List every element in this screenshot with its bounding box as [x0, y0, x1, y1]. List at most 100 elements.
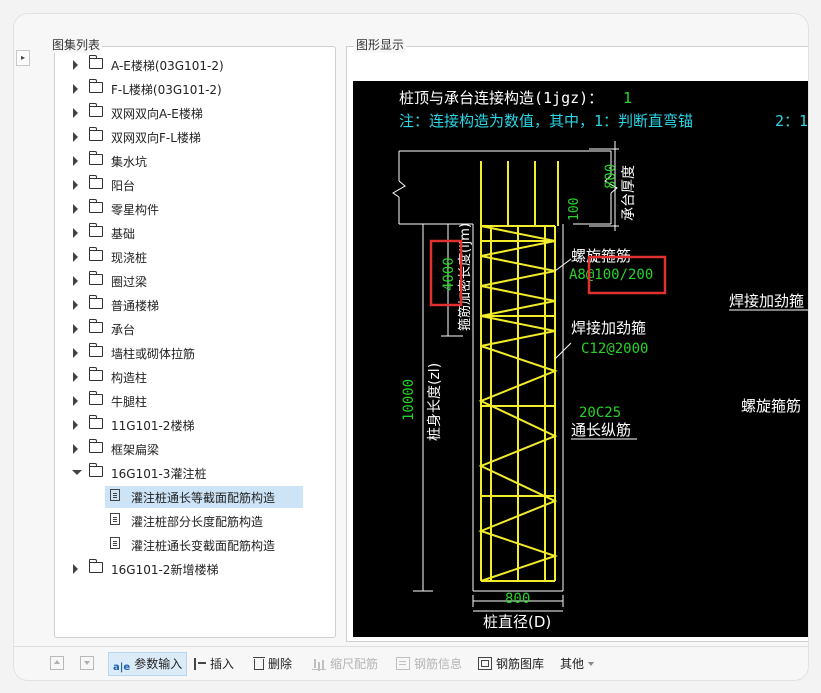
- param-input-label: 参数输入: [134, 657, 183, 671]
- tree-item-label: 承台: [111, 323, 136, 337]
- expand-arrow-icon[interactable]: [73, 396, 78, 406]
- expand-arrow-icon[interactable]: [73, 108, 78, 118]
- delete-button[interactable]: 删除: [253, 653, 292, 675]
- tree-item[interactable]: 16G101-2新增楼梯: [55, 557, 335, 581]
- expand-arrow-icon[interactable]: [73, 156, 78, 166]
- tree-child-item-selected[interactable]: 灌注桩通长等截面配筋构造: [55, 485, 335, 509]
- graphic-display-title: 图形显示: [354, 36, 407, 53]
- tree-item[interactable]: 框架扁梁: [55, 437, 335, 461]
- long-bar-label: 通长纵筋: [571, 421, 631, 439]
- tree-item[interactable]: 阳台: [55, 173, 335, 197]
- expand-arrow-icon[interactable]: [73, 348, 78, 358]
- rebar-library-icon: [478, 657, 492, 670]
- rebar-cage: [478, 225, 559, 582]
- expand-arrow-icon[interactable]: [73, 564, 78, 574]
- tree-item-label: A-E楼梯(03G101-2): [111, 59, 224, 73]
- graphic-display-panel: 桩顶与承台连接构造(1jgz)： 1 注：连接构造为数值，其中，1：判断直弯锚 …: [346, 46, 808, 642]
- folder-open-icon: [89, 463, 103, 477]
- stiffener-value: C12@2000: [581, 341, 648, 357]
- folder-icon: [89, 223, 103, 237]
- tree-item-label: 构造柱: [111, 371, 148, 385]
- folder-icon: [89, 175, 103, 189]
- folder-icon: [89, 79, 103, 93]
- expand-arrow-icon[interactable]: [73, 276, 78, 286]
- tree-item-label: 集水坑: [111, 155, 148, 169]
- tree-item[interactable]: 11G101-2楼梯: [55, 413, 335, 437]
- collapse-strip: ▸: [14, 42, 32, 82]
- tree-item[interactable]: 现浇桩: [55, 245, 335, 269]
- expand-arrow-icon[interactable]: [73, 252, 78, 262]
- tree-item[interactable]: 圈过梁: [55, 269, 335, 293]
- tree-item[interactable]: 零星构件: [55, 197, 335, 221]
- folder-icon: [89, 343, 103, 357]
- document-icon: [110, 489, 120, 501]
- connection-label: 桩顶与承台连接构造(1jgz)：: [399, 89, 603, 107]
- expand-arrow-icon[interactable]: [73, 420, 78, 430]
- expand-arrow-icon[interactable]: [73, 324, 78, 334]
- rebar-info-button[interactable]: 钢筋信息: [396, 653, 462, 675]
- diameter-label: 桩直径(D): [483, 613, 551, 631]
- expand-arrow-icon[interactable]: [73, 228, 78, 238]
- tree-child-item[interactable]: 灌注桩通长变截面配筋构造: [55, 533, 335, 557]
- collapse-arrow-icon[interactable]: [72, 470, 82, 475]
- tree-item[interactable]: 承台: [55, 317, 335, 341]
- folder-icon: [89, 367, 103, 381]
- anchor-bars: [480, 161, 559, 226]
- insert-label: 插入: [210, 657, 235, 671]
- atlas-tree: A-E楼梯(03G101-2) F-L楼梯(03G101-2) 双网双向A-E楼…: [55, 53, 335, 581]
- expand-arrow-icon[interactable]: [73, 180, 78, 190]
- tree-item-label: 16G101-2新增楼梯: [111, 563, 219, 577]
- tree-item-label: 零星构件: [111, 203, 160, 217]
- note-tail-text: 2：1: [775, 112, 808, 130]
- folder-icon: [89, 391, 103, 405]
- anchor-length-label: 箍筋加密长度(ljm): [457, 223, 473, 331]
- tree-item[interactable]: 双网双向F-L楼梯: [55, 125, 335, 149]
- tree-item-expanded[interactable]: 16G101-3灌注桩: [55, 461, 335, 485]
- tree-item[interactable]: F-L楼梯(03G101-2): [55, 77, 335, 101]
- expand-arrow-icon[interactable]: [73, 372, 78, 382]
- expand-panel-button[interactable]: ▸: [16, 50, 30, 66]
- drawing-canvas[interactable]: 桩顶与承台连接构造(1jgz)： 1 注：连接构造为数值，其中，1：判断直弯锚 …: [353, 81, 808, 637]
- folder-icon: [89, 247, 103, 261]
- tree-item[interactable]: 墙柱或砌体拉筋: [55, 341, 335, 365]
- tree-item-label: 现浇桩: [111, 251, 148, 265]
- tree-item-label: 框架扁梁: [111, 443, 160, 457]
- long-bar-value: 20C25: [579, 405, 621, 421]
- atlas-list-panel: A-E楼梯(03G101-2) F-L楼梯(03G101-2) 双网双向A-E楼…: [54, 46, 336, 638]
- tree-item[interactable]: 双网双向A-E楼梯: [55, 101, 335, 125]
- tree-item[interactable]: 普通楼梯: [55, 293, 335, 317]
- tree-item-label: 双网双向F-L楼梯: [111, 131, 201, 145]
- insert-button[interactable]: 插入: [194, 653, 234, 675]
- expand-arrow-icon[interactable]: [73, 60, 78, 70]
- folder-icon: [89, 55, 103, 69]
- tree-item-label: 双网双向A-E楼梯: [111, 107, 203, 121]
- rebar-info-icon: [396, 657, 410, 670]
- tree-item[interactable]: A-E楼梯(03G101-2): [55, 53, 335, 77]
- folder-icon: [89, 559, 103, 573]
- move-down-button[interactable]: [80, 653, 98, 675]
- scale-rebar-button[interactable]: 缩尺配筋: [312, 653, 378, 675]
- rebar-library-label: 钢筋图库: [496, 657, 545, 671]
- folder-icon: [89, 271, 103, 285]
- expand-arrow-icon[interactable]: [73, 132, 78, 142]
- tree-item[interactable]: 集水坑: [55, 149, 335, 173]
- tree-item[interactable]: 牛腿柱: [55, 389, 335, 413]
- expand-arrow-icon[interactable]: [73, 204, 78, 214]
- tree-child-item[interactable]: 灌注桩部分长度配筋构造: [55, 509, 335, 533]
- tree-item[interactable]: 构造柱: [55, 365, 335, 389]
- cap-thickness-label: 承台厚度: [621, 165, 637, 221]
- move-up-button[interactable]: [50, 653, 68, 675]
- document-icon: [110, 513, 120, 525]
- expand-arrow-icon[interactable]: [73, 300, 78, 310]
- param-input-button[interactable]: a|e 参数输入: [108, 652, 188, 676]
- expand-arrow-icon[interactable]: [73, 444, 78, 454]
- chevron-down-icon: [588, 662, 595, 666]
- folder-icon: [89, 199, 103, 213]
- tree-item-label: 灌注桩部分长度配筋构造: [131, 515, 264, 529]
- move-up-icon: [50, 656, 64, 670]
- rebar-library-button[interactable]: 钢筋图库: [478, 653, 544, 675]
- pile-length-value: 10000: [401, 379, 417, 421]
- more-dropdown[interactable]: 其他: [560, 653, 595, 675]
- expand-arrow-icon[interactable]: [73, 84, 78, 94]
- tree-item[interactable]: 基础: [55, 221, 335, 245]
